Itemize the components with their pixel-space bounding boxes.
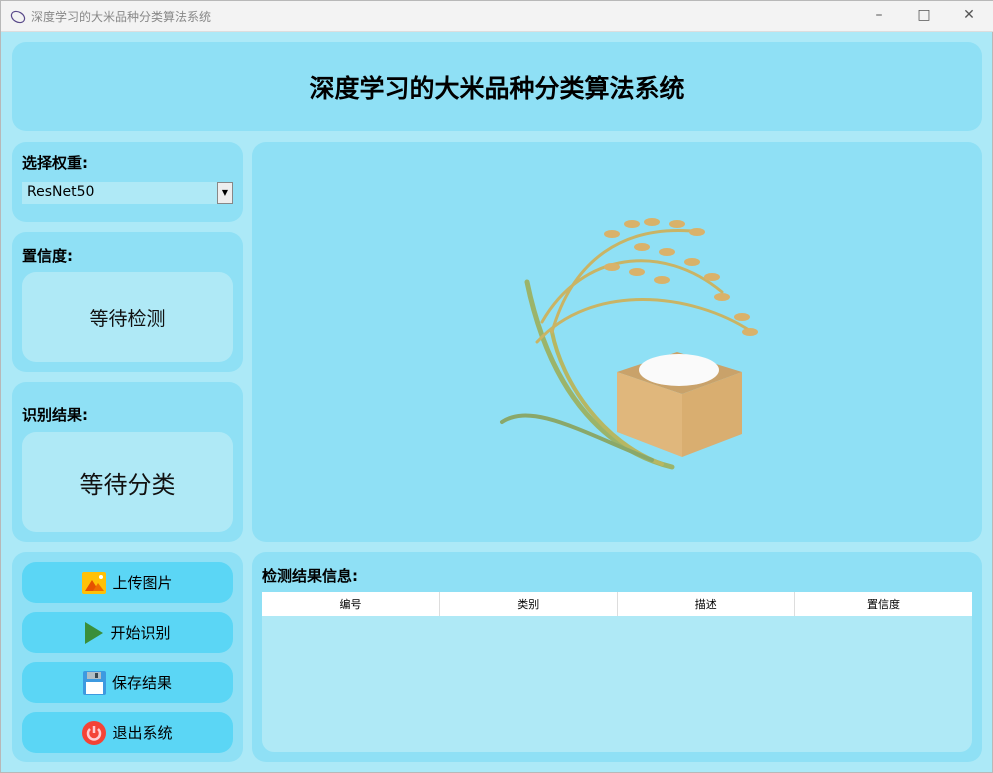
start-recognition-label: 开始识别 (110, 624, 171, 642)
app-logo-icon (10, 10, 26, 24)
confidence-label: 置信度: (22, 247, 73, 265)
weight-panel: 选择权重: ResNet50 ▼ (12, 142, 243, 222)
column-header-class[interactable]: 类别 (439, 592, 618, 616)
window-title: 深度学习的大米品种分类算法系统 (31, 10, 212, 24)
start-recognition-button[interactable]: 开始识别 (22, 612, 233, 653)
results-table[interactable]: 编号 类别 描述 置信度 (262, 592, 972, 752)
result-label: 识别结果: (22, 406, 88, 424)
confidence-panel: 置信度: 等待检测 (12, 232, 243, 372)
page-title: 深度学习的大米品种分类算法系统 (309, 73, 685, 103)
result-panel: 识别结果: 等待分类 (12, 382, 243, 542)
power-icon (82, 720, 107, 745)
results-panel: 检测结果信息: 编号 类别 描述 置信度 (252, 552, 982, 762)
weight-select[interactable]: ResNet50 ▼ (22, 182, 233, 204)
title-bar: 深度学习的大米品种分类算法系统 – □ ✕ (1, 1, 993, 32)
image-display-panel (252, 142, 982, 542)
upload-image-button[interactable]: 上传图片 (22, 562, 233, 603)
play-icon (85, 621, 104, 644)
image-icon (82, 571, 107, 594)
save-result-button[interactable]: 保存结果 (22, 662, 233, 703)
minimize-button[interactable]: – (869, 7, 889, 25)
column-header-confidence[interactable]: 置信度 (794, 592, 972, 616)
result-value: 等待分类 (22, 432, 233, 532)
column-header-id[interactable]: 编号 (262, 592, 440, 616)
save-icon (82, 670, 106, 695)
exit-system-button[interactable]: 退出系统 (22, 712, 233, 753)
header-panel: 深度学习的大米品种分类算法系统 (12, 42, 982, 131)
maximize-button[interactable]: □ (914, 7, 934, 25)
results-title: 检测结果信息: (262, 567, 358, 585)
save-result-label: 保存结果 (111, 674, 172, 692)
upload-image-label: 上传图片 (112, 574, 173, 592)
column-header-description[interactable]: 描述 (617, 592, 795, 616)
weight-label: 选择权重: (22, 154, 88, 172)
confidence-value: 等待检测 (22, 272, 233, 362)
exit-system-label: 退出系统 (112, 724, 173, 742)
weight-select-value: ResNet50 (27, 184, 95, 200)
close-button[interactable]: ✕ (959, 7, 979, 25)
chevron-down-icon[interactable]: ▼ (217, 182, 233, 204)
rice-illustration (500, 218, 758, 470)
